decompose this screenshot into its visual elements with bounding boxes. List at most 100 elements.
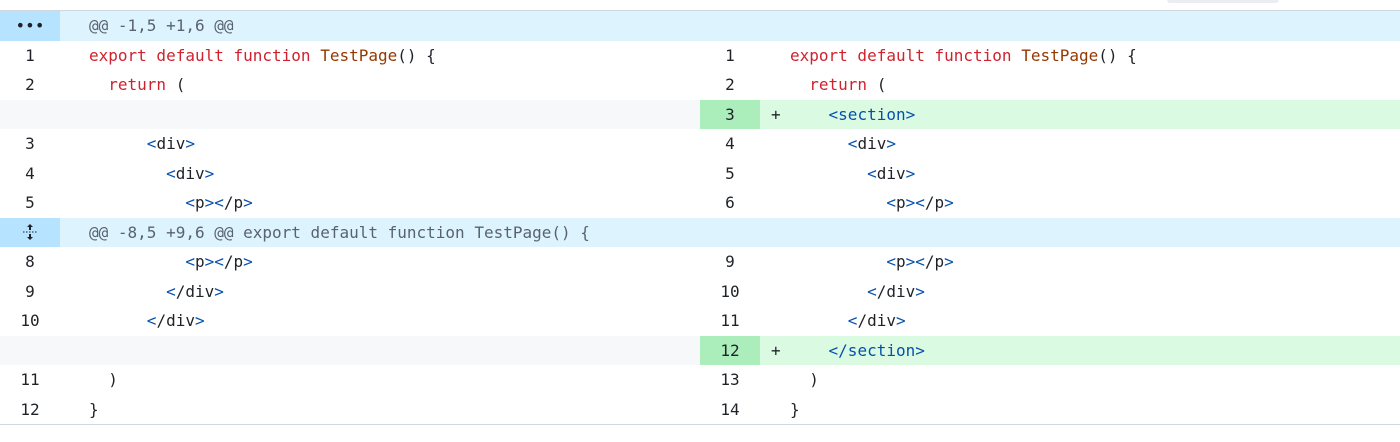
left-code-line: }: [60, 395, 700, 425]
code-token: <: [915, 252, 925, 271]
top-pill: [1167, 0, 1279, 3]
code-token: >: [185, 134, 195, 153]
left-code-line: <p></p>: [60, 188, 700, 218]
left-code-line: <div>: [60, 159, 700, 189]
diff-row: 12 } 14 }: [0, 395, 1400, 425]
right-line-number[interactable]: 2: [700, 70, 760, 100]
code-token: /p: [223, 252, 244, 271]
expand-icon-svg: [23, 224, 37, 241]
code-token: ): [108, 370, 118, 389]
right-line-number[interactable]: 14: [700, 395, 760, 425]
code-token: <: [828, 104, 839, 124]
code-token: (: [166, 75, 186, 94]
code-token: >: [204, 252, 215, 271]
right-code-line: </section>: [789, 335, 1400, 365]
right-line-number[interactable]: 5: [700, 159, 760, 189]
right-line-number[interactable]: 10: [700, 277, 760, 307]
code-token: >: [204, 193, 215, 212]
right-code-line: <p></p>: [789, 188, 1400, 218]
code-token: /div: [857, 311, 896, 330]
left-line-number[interactable]: 9: [0, 277, 60, 307]
code-token: >: [944, 193, 954, 212]
right-code-line: <div>: [789, 129, 1400, 159]
code-token: () {: [1098, 45, 1137, 65]
code-token: section: [838, 104, 906, 124]
left-line-number[interactable]: 12: [0, 395, 60, 425]
code-token: p: [895, 252, 906, 271]
diff-row-added: 3 + <section>: [0, 99, 1400, 129]
left-line-number[interactable]: 1: [0, 41, 60, 71]
right-code-line: }: [789, 395, 1400, 425]
diff-row: 10 </div> 11 </div>: [0, 306, 1400, 336]
left-code-line: ): [60, 365, 700, 395]
empty-left-side: [0, 335, 700, 365]
diff-row: 4 <div> 5 <div>: [0, 159, 1400, 189]
diff-row: 8 <p></p> 9 <p></p>: [0, 247, 1400, 277]
code-token: <: [185, 252, 195, 271]
code-token: <: [146, 311, 157, 330]
right-line-number[interactable]: 6: [700, 188, 760, 218]
left-line-number[interactable]: 4: [0, 159, 60, 189]
code-token: export default function: [89, 45, 321, 65]
code-token: <: [214, 252, 224, 271]
right-code-line: </div>: [789, 277, 1400, 307]
code-token: <: [867, 163, 877, 183]
code-token: () {: [397, 45, 436, 65]
code-token: >: [214, 281, 224, 301]
code-token: div: [857, 134, 887, 153]
code-token: div: [876, 163, 906, 183]
code-token: return: [809, 75, 868, 94]
code-token: <: [146, 134, 157, 153]
right-line-number[interactable]: 11: [700, 306, 760, 336]
left-line-number[interactable]: 10: [0, 306, 60, 336]
diff-row: 2 return ( 2 return (: [0, 70, 1400, 100]
code-token: }: [89, 399, 99, 419]
right-line-number[interactable]: 12: [700, 335, 760, 365]
code-token: >: [243, 252, 253, 271]
code-token: <: [828, 340, 839, 360]
right-code-line: <div>: [789, 159, 1400, 189]
right-line-number[interactable]: 4: [700, 129, 760, 159]
added-marker: +: [760, 335, 789, 365]
code-token: /p: [924, 193, 945, 212]
right-line-number[interactable]: 9: [700, 247, 760, 277]
right-line-number[interactable]: 3: [700, 99, 760, 129]
left-code-line: <p></p>: [60, 247, 700, 277]
code-token: ): [809, 370, 819, 389]
left-code-line: export default function TestPage() {: [60, 41, 700, 71]
right-code-line: </div>: [789, 306, 1400, 336]
right-line-number[interactable]: 13: [700, 365, 760, 395]
code-token: >: [895, 311, 906, 330]
empty-left-side: [0, 99, 700, 129]
right-code-line: export default function TestPage() {: [789, 41, 1400, 71]
left-line-number[interactable]: 11: [0, 365, 60, 395]
left-line-number[interactable]: 5: [0, 188, 60, 218]
expand-icon[interactable]: [0, 217, 60, 247]
left-line-number[interactable]: 3: [0, 129, 60, 159]
right-code-line: <section>: [789, 99, 1400, 129]
code-token: <: [847, 134, 858, 153]
hunk-header-text: @@ -1,5 +1,6 @@: [89, 16, 234, 35]
added-marker: +: [760, 99, 789, 129]
code-token: <: [886, 193, 896, 212]
code-token: >: [886, 134, 896, 153]
code-token: <: [166, 281, 176, 301]
right-line-number[interactable]: 1: [700, 41, 760, 71]
code-token: p: [194, 252, 205, 271]
diff-row: 1 export default function TestPage() { 1…: [0, 41, 1400, 71]
code-token: >: [915, 281, 925, 301]
right-code-line: return (: [789, 70, 1400, 100]
code-token: TestPage: [320, 45, 398, 65]
code-token: <: [847, 311, 858, 330]
code-token: >: [243, 193, 253, 212]
code-token: /p: [924, 252, 945, 271]
hunk-header-text: @@ -8,5 +9,6 @@ export default function …: [89, 222, 590, 242]
hunk-header: @@ -8,5 +9,6 @@ export default function …: [0, 217, 1400, 247]
code-token: /div: [876, 281, 916, 301]
left-line-number[interactable]: 2: [0, 70, 60, 100]
code-token: /div: [175, 281, 215, 301]
left-line-number[interactable]: 8: [0, 247, 60, 277]
code-token: (: [867, 75, 887, 94]
ellipsis-icon[interactable]: •••: [0, 11, 60, 41]
diff-row: 3 <div> 4 <div>: [0, 129, 1400, 159]
